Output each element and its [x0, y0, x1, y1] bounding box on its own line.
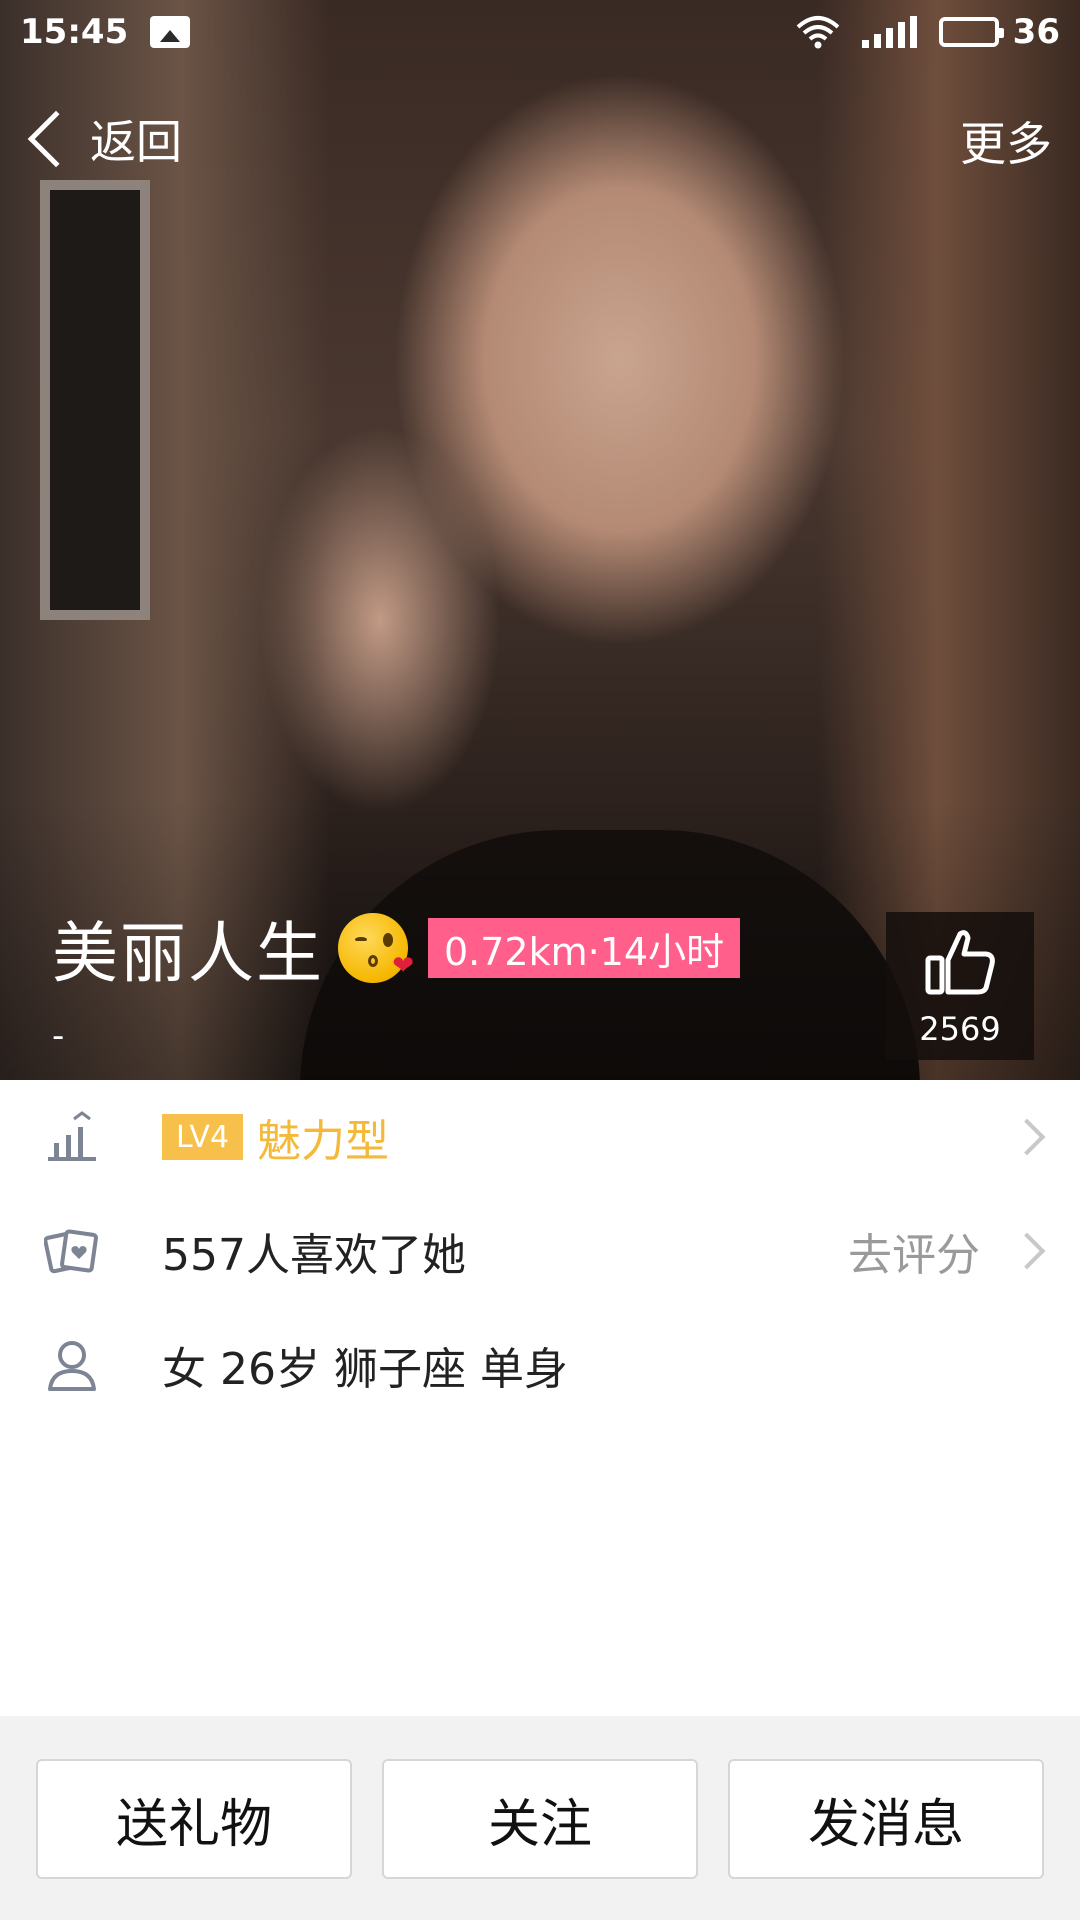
rating-cards-icon: [44, 1229, 98, 1274]
level-badge: LV4: [162, 1114, 244, 1160]
level-row[interactable]: LV4 魅力型: [0, 1082, 1080, 1192]
rate-link[interactable]: 去评分: [848, 1219, 980, 1283]
basic-info-text: 女 26岁 狮子座 单身: [162, 1344, 568, 1395]
level-chart-icon: [48, 1111, 96, 1161]
bottom-action-bar: 送礼物 关注 发消息: [0, 1716, 1080, 1920]
basic-info-content: 女 26岁 狮子座 单身: [162, 1333, 568, 1397]
chevron-left-icon: [27, 110, 85, 168]
chevron-right-icon: [1008, 1232, 1046, 1270]
distance-time-badge: 0.72km·14小时: [428, 918, 741, 978]
signal-icon: [861, 16, 917, 48]
profile-signature: -: [52, 1016, 65, 1056]
likes-row[interactable]: 557人喜欢了她 去评分: [0, 1196, 1080, 1306]
level-type: 魅力型: [257, 1116, 390, 1167]
back-label: 返回: [90, 115, 182, 169]
basic-info-row: 女 26岁 狮子座 单身: [0, 1310, 1080, 1420]
person-icon: [48, 1341, 96, 1391]
image-notification-icon: [150, 16, 191, 48]
profile-name-row: 美丽人生 ❤ 0.72km·14小时: [52, 900, 741, 996]
battery-level: 36: [1012, 12, 1060, 52]
photo-window: [40, 180, 150, 620]
status-indicators: 36: [796, 12, 1060, 52]
more-button[interactable]: 更多: [960, 108, 1052, 174]
thumbs-up-icon: [925, 930, 995, 995]
follow-button[interactable]: 关注: [382, 1759, 698, 1879]
likes-text: 557人喜欢了她: [162, 1230, 466, 1281]
send-message-button[interactable]: 发消息: [728, 1759, 1044, 1879]
status-time: 15:45: [20, 12, 129, 52]
kiss-emoji-icon: ❤: [338, 913, 414, 983]
chevron-right-icon: [1008, 1118, 1046, 1156]
status-bar: 15:45 36: [0, 0, 1080, 64]
wifi-icon: [796, 15, 840, 49]
battery-icon: [938, 17, 1004, 47]
like-count: 2569: [919, 1010, 1001, 1048]
like-button[interactable]: 2569: [886, 912, 1034, 1060]
likes-content: 557人喜欢了她: [162, 1219, 466, 1283]
send-gift-button[interactable]: 送礼物: [36, 1759, 352, 1879]
profile-name: 美丽人生: [52, 915, 324, 992]
level-content: LV4 魅力型: [162, 1105, 389, 1169]
back-button[interactable]: 返回: [24, 106, 182, 172]
